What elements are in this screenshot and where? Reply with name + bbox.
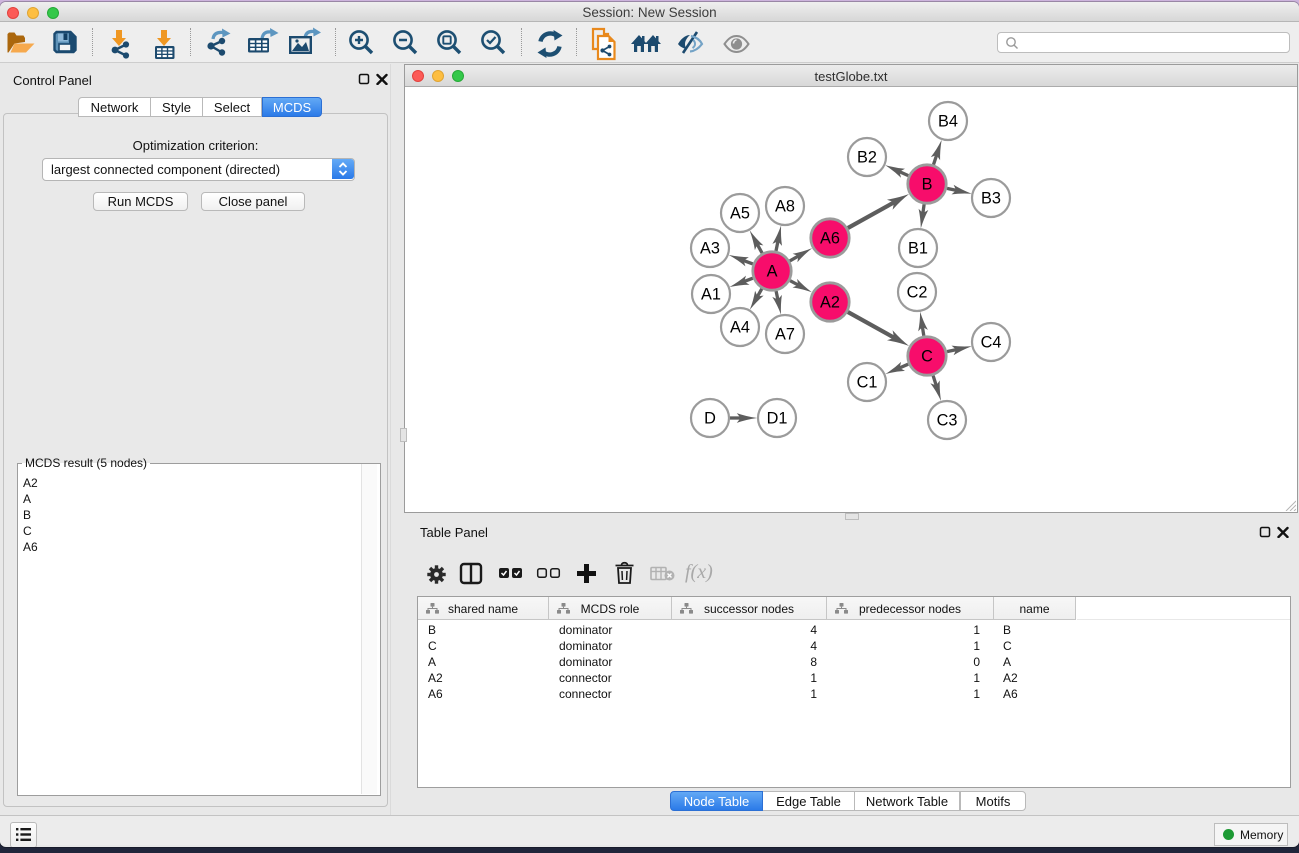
svg-text:A3: A3: [700, 240, 720, 258]
svg-text:C1: C1: [857, 374, 878, 392]
svg-text:C: C: [921, 348, 933, 366]
svg-text:B3: B3: [981, 190, 1001, 208]
svg-text:C4: C4: [981, 334, 1002, 352]
svg-text:B: B: [922, 176, 933, 194]
svg-text:A8: A8: [775, 198, 795, 216]
svg-text:C2: C2: [907, 284, 928, 302]
svg-text:A5: A5: [730, 205, 750, 223]
svg-text:D: D: [704, 410, 716, 428]
svg-text:D1: D1: [767, 410, 788, 428]
svg-text:B2: B2: [857, 149, 877, 167]
svg-text:A7: A7: [775, 326, 795, 344]
svg-text:B1: B1: [908, 240, 928, 258]
svg-text:A1: A1: [701, 286, 721, 304]
svg-text:A2: A2: [820, 294, 840, 312]
svg-text:A4: A4: [730, 319, 750, 337]
svg-text:B4: B4: [938, 113, 958, 131]
svg-text:A6: A6: [820, 230, 840, 248]
svg-text:A: A: [767, 263, 778, 281]
svg-text:C3: C3: [937, 412, 958, 430]
